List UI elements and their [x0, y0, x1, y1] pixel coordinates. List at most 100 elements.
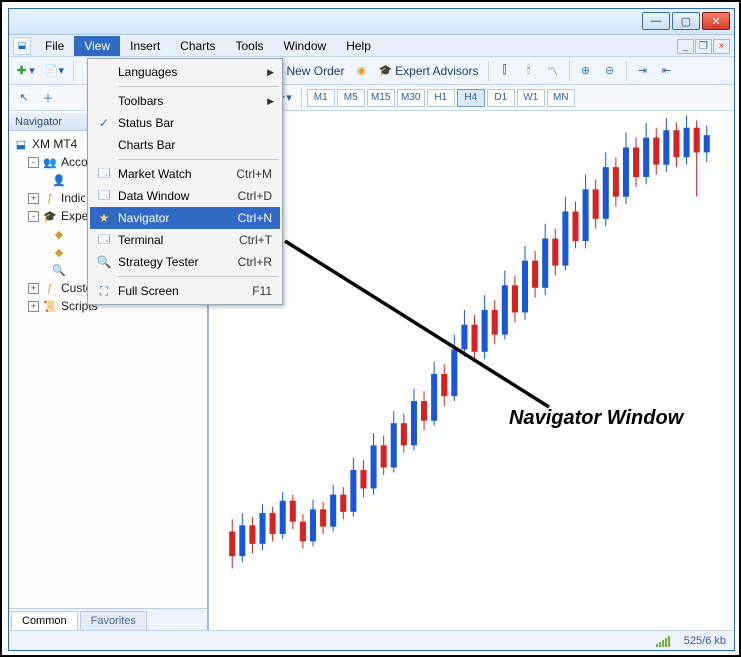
menu-market-watch[interactable]: 🗔 Market Watch Ctrl+M [90, 163, 280, 185]
connection-icon [656, 635, 670, 647]
autotrading-button[interactable]: ◉ [350, 60, 372, 82]
tab-favorites[interactable]: Favorites [80, 611, 147, 630]
chevron-right-icon: ▶ [267, 67, 274, 78]
tab-common[interactable]: Common [11, 611, 78, 630]
navigator-tabs: Common Favorites [9, 608, 207, 630]
market-watch-icon: 🗔 [95, 164, 113, 185]
accounts-icon: 👥 [42, 155, 58, 169]
expander-icon[interactable]: + [28, 283, 39, 294]
menu-data-window[interactable]: 🗔 Data Window Ctrl+D [90, 185, 280, 207]
menu-full-screen[interactable]: ⛶ Full Screen F11 [90, 280, 280, 302]
timeframe-h1[interactable]: H1 [427, 89, 455, 107]
app-icon: ⬓ [13, 37, 31, 55]
expert-icon: ◆ [51, 227, 67, 241]
menu-label: Market Watch [118, 167, 192, 181]
menu-toolbars[interactable]: Toolbars ▶ [90, 90, 280, 112]
menu-insert[interactable]: Insert [120, 36, 170, 56]
timeframe-w1[interactable]: W1 [517, 89, 545, 107]
status-kb: 525/6 kb [684, 635, 726, 647]
close-button[interactable]: ✕ [702, 12, 730, 30]
scripts-icon: 📜 [42, 299, 58, 313]
expander-icon[interactable]: - [28, 211, 39, 222]
menu-help[interactable]: Help [336, 36, 381, 56]
menu-file[interactable]: File [35, 36, 74, 56]
menu-navigator[interactable]: ★ Navigator Ctrl+N [90, 207, 280, 229]
shortcut-label: Ctrl+T [239, 233, 272, 247]
maximize-button[interactable]: ▢ [672, 12, 700, 30]
check-icon: ✓ [95, 116, 113, 130]
child-restore-button[interactable]: ❐ [695, 39, 712, 54]
tree-label: Expert Advisors [61, 209, 87, 223]
menu-tools[interactable]: Tools [226, 36, 274, 56]
shortcut-label: F11 [252, 284, 272, 298]
titlebar: — ▢ ✕ [9, 9, 734, 35]
menu-status-bar[interactable]: ✓ Status Bar [90, 112, 280, 134]
line-chart-button[interactable]: 〽 [542, 60, 564, 82]
child-close-button[interactable]: × [713, 39, 730, 54]
menu-charts-bar[interactable]: Charts Bar [90, 134, 280, 156]
tree-label: Accounts [61, 155, 87, 169]
menu-label: Status Bar [118, 116, 174, 130]
menu-label: Charts Bar [118, 138, 175, 152]
candlestick-chart [209, 113, 734, 630]
menu-charts[interactable]: Charts [170, 36, 225, 56]
shortcut-label: Ctrl+R [238, 255, 272, 269]
navigator-icon: ★ [95, 211, 113, 225]
shortcut-label: Ctrl+N [238, 211, 272, 225]
expander-icon[interactable]: - [28, 157, 39, 168]
timeframe-m5[interactable]: M5 [337, 89, 365, 107]
fullscreen-icon: ⛶ [95, 284, 113, 299]
chart-area[interactable] [209, 113, 734, 630]
menu-label: Strategy Tester [118, 255, 198, 269]
timeframe-m30[interactable]: M30 [397, 89, 425, 107]
tree-label: Custom Indicators [61, 281, 87, 295]
data-window-icon: 🗔 [95, 186, 113, 207]
menu-terminal[interactable]: 🗔 Terminal Ctrl+T [90, 229, 280, 251]
menu-label: Full Screen [118, 284, 179, 298]
timeframe-h4[interactable]: H4 [457, 89, 485, 107]
menu-label: Toolbars [118, 94, 163, 108]
timeframe-m15[interactable]: M15 [367, 89, 395, 107]
minimize-button[interactable]: — [642, 12, 670, 30]
cursor-button[interactable]: ↖ [13, 87, 35, 109]
timeframe-mn[interactable]: MN [547, 89, 575, 107]
shift-button[interactable]: ⇤ [656, 60, 678, 82]
expander-icon[interactable]: + [28, 193, 39, 204]
tree-root-label: XM MT4 [32, 137, 77, 151]
expander-icon[interactable]: + [28, 301, 39, 312]
zoom-in-button[interactable]: ⊕ [575, 60, 597, 82]
chevron-right-icon: ▶ [267, 96, 274, 107]
terminal-icon: 🗔 [95, 230, 113, 251]
timeframe-d1[interactable]: D1 [487, 89, 515, 107]
autoscroll-button[interactable]: ⇥ [632, 60, 654, 82]
new-chart-button[interactable]: ✚▾ [13, 60, 39, 82]
application-window: — ▢ ✕ ⬓ File View Insert Charts Tools Wi… [8, 8, 735, 651]
menu-window[interactable]: Window [274, 36, 337, 56]
view-dropdown-menu: Languages ▶ Toolbars ▶ ✓ Status Bar Char… [87, 58, 283, 305]
tree-label: Indicators [61, 191, 85, 205]
strategy-tester-icon: 🔍 [95, 255, 113, 269]
annotation-label: Navigator Window [509, 407, 683, 430]
menu-label: Languages [118, 65, 177, 79]
custom-icon: ƒ [42, 281, 58, 295]
expert-icon: ◆ [51, 245, 67, 259]
candle-chart-button[interactable]: 🕯 [518, 60, 540, 82]
menu-strategy-tester[interactable]: 🔍 Strategy Tester Ctrl+R [90, 251, 280, 273]
expert-advisors-button[interactable]: 🎓Expert Advisors [374, 60, 482, 82]
account-icon: 👤 [51, 173, 67, 187]
experts-icon: 🎓 [42, 209, 58, 223]
bar-chart-button[interactable]: ⫿ [494, 60, 516, 82]
mt4-icon: ⬓ [13, 137, 29, 151]
timeframe-m1[interactable]: M1 [307, 89, 335, 107]
crosshair-button[interactable]: ＋ [37, 87, 59, 109]
menu-label: Navigator [118, 211, 169, 225]
menu-languages[interactable]: Languages ▶ [90, 61, 280, 83]
menu-view[interactable]: View [74, 36, 120, 56]
shortcut-label: Ctrl+M [236, 167, 272, 181]
zoom-out-button[interactable]: ⊖ [599, 60, 621, 82]
menu-label: Data Window [118, 189, 189, 203]
profiles-button[interactable]: 📄▾ [41, 60, 68, 82]
menubar: ⬓ File View Insert Charts Tools Window H… [9, 35, 734, 57]
indicators-icon: ƒ [42, 191, 58, 205]
child-minimize-button[interactable]: _ [677, 39, 694, 54]
